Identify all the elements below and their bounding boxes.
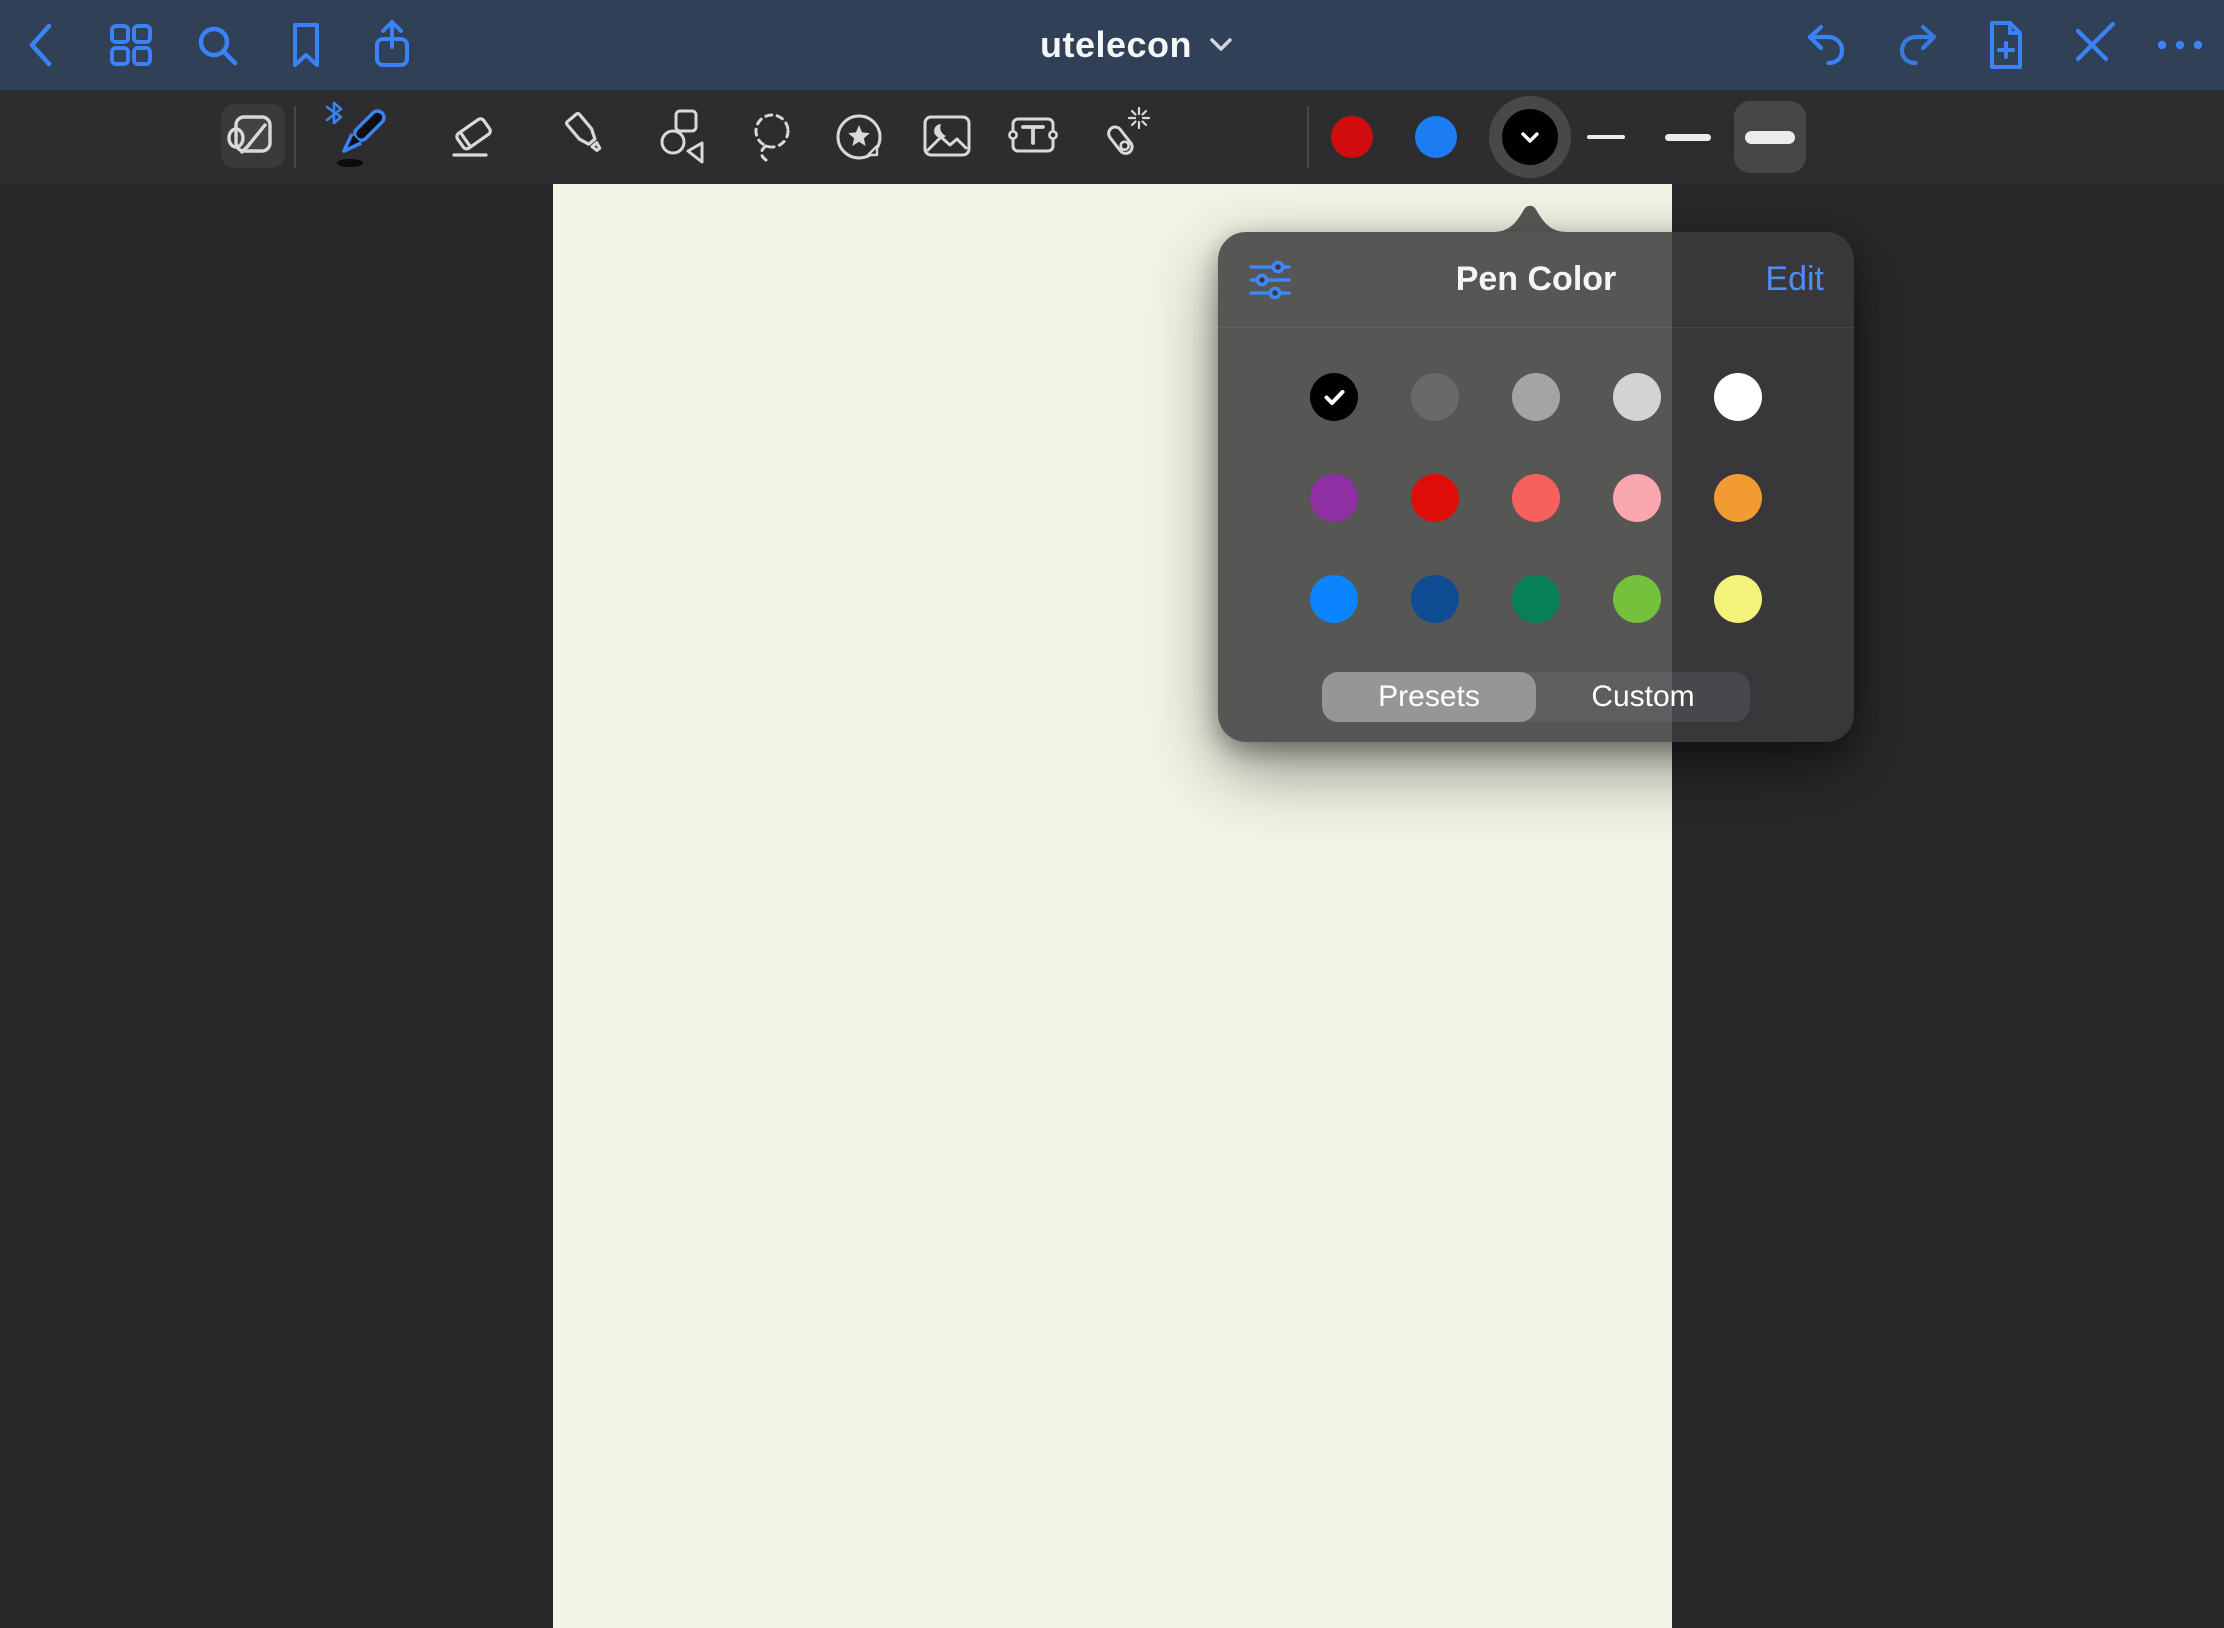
notes-app: utelecon <box>0 0 2224 1628</box>
back-icon <box>15 17 71 73</box>
stroke-width-bar <box>1665 134 1711 141</box>
share-icon <box>364 17 420 73</box>
pen-color-swatch-teal[interactable] <box>1512 575 1560 623</box>
thickness-medium[interactable] <box>1665 90 1711 184</box>
back-button[interactable] <box>15 17 71 73</box>
page-thumbnails-icon <box>103 17 159 73</box>
toolbar-divider <box>1307 106 1309 168</box>
tab-presets[interactable]: Presets <box>1322 672 1536 722</box>
chevron-down-icon <box>1521 132 1539 143</box>
eraser-icon <box>441 105 505 169</box>
tab-custom[interactable]: Custom <box>1536 672 1750 722</box>
stickers-icon <box>827 105 891 169</box>
text-tool-button[interactable] <box>1001 105 1065 169</box>
toolbar-color-blue[interactable] <box>1415 90 1457 184</box>
more-options-button[interactable] <box>2152 17 2208 73</box>
pen-color-swatch-black-selected[interactable] <box>1310 373 1358 421</box>
pen-tool-button[interactable] <box>320 99 396 175</box>
pen-tool-icon <box>320 99 396 175</box>
thickness-thin[interactable] <box>1587 90 1625 184</box>
canvas-area <box>0 184 2224 1628</box>
sliders-icon <box>1248 260 1292 300</box>
share-button[interactable] <box>364 17 420 73</box>
editing-mode-icon <box>221 104 285 168</box>
pen-color-swatch-coral[interactable] <box>1512 474 1560 522</box>
eraser-tool-button[interactable] <box>441 105 505 169</box>
text-tool-icon <box>1001 105 1065 169</box>
search-button[interactable] <box>189 17 245 73</box>
lasso-tool-button[interactable] <box>740 105 804 169</box>
pen-color-swatch-navy[interactable] <box>1411 575 1459 623</box>
check-icon <box>1324 389 1345 406</box>
document-title: utelecon <box>1040 24 1192 66</box>
selected-color-dot <box>1502 109 1558 165</box>
pen-color-swatch-gray[interactable] <box>1512 373 1560 421</box>
bluetooth-icon <box>327 103 341 123</box>
pen-color-swatch-light-gray[interactable] <box>1613 373 1661 421</box>
redo-button[interactable] <box>1889 17 1945 73</box>
bookmark-button[interactable] <box>278 17 334 73</box>
popover-header: Pen Color Edit <box>1218 232 1854 328</box>
pen-color-swatch-yellow[interactable] <box>1714 575 1762 623</box>
pen-color-swatch-purple[interactable] <box>1310 474 1358 522</box>
editing-mode-button[interactable] <box>221 104 285 168</box>
laser-pointer-tool-button[interactable] <box>1093 105 1157 169</box>
toolbar-color-red[interactable] <box>1331 90 1373 184</box>
stylus-toggle-icon <box>2064 17 2120 73</box>
popover-title: Pen Color <box>1218 260 1854 299</box>
selected-color-ring <box>1489 96 1571 178</box>
pen-color-swatch-pink[interactable] <box>1613 474 1661 522</box>
stroke-width-bar <box>1745 131 1795 144</box>
pen-color-swatch-red[interactable] <box>1411 474 1459 522</box>
color-swatch-grid <box>1310 373 1762 623</box>
redo-icon <box>1889 17 1945 73</box>
stroke-width-bar <box>1587 135 1625 139</box>
page-thumbnails-button[interactable] <box>103 17 159 73</box>
color-dot <box>1331 116 1373 158</box>
shapes-tool-button[interactable] <box>654 105 718 169</box>
pen-color-swatch-white[interactable] <box>1714 373 1762 421</box>
highlighter-icon <box>556 105 620 169</box>
shapes-icon <box>654 105 718 169</box>
presets-custom-segmented-control: PresetsCustom <box>1322 672 1750 722</box>
stylus-toggle-button[interactable] <box>2064 17 2120 73</box>
edit-colors-button[interactable]: Edit <box>1765 260 1824 299</box>
pen-settings-button[interactable] <box>1248 260 1292 300</box>
undo-icon <box>1799 17 1855 73</box>
color-dot <box>1415 116 1457 158</box>
add-page-icon <box>1978 17 2034 73</box>
laser-pointer-icon <box>1093 105 1157 169</box>
pen-color-popover: Pen Color Edit PresetsCustom <box>1218 232 1854 742</box>
add-page-button[interactable] <box>1978 17 2034 73</box>
title-chevron-down-icon <box>1210 38 1232 52</box>
thickness-thick-selected[interactable] <box>1734 90 1806 184</box>
highlighter-tool-button[interactable] <box>556 105 620 169</box>
search-icon <box>189 17 245 73</box>
pen-color-swatch-orange[interactable] <box>1714 474 1762 522</box>
toolbar-color-black-selected[interactable] <box>1489 90 1571 184</box>
popover-arrow <box>1492 202 1568 232</box>
document-title-button[interactable]: utelecon <box>1040 0 1232 90</box>
pen-color-swatch-dark-gray[interactable] <box>1411 373 1459 421</box>
undo-button[interactable] <box>1799 17 1855 73</box>
more-options-icon <box>2152 17 2208 73</box>
lasso-icon <box>740 105 804 169</box>
tools-toolbar <box>0 90 2224 184</box>
top-navigation-bar: utelecon <box>0 0 2224 90</box>
image-tool-button[interactable] <box>915 105 979 169</box>
pen-color-swatch-green[interactable] <box>1613 575 1661 623</box>
image-icon <box>915 105 979 169</box>
thickness-selected-background <box>1734 101 1806 173</box>
toolbar-divider <box>294 106 296 168</box>
pen-color-swatch-blue[interactable] <box>1310 575 1358 623</box>
bookmark-icon <box>278 17 334 73</box>
stickers-tool-button[interactable] <box>827 105 891 169</box>
